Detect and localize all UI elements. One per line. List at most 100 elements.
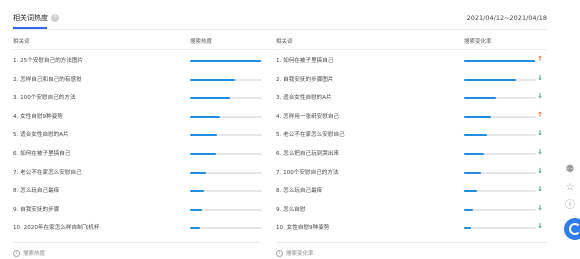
- change-legend: i 搜索变化率: [276, 249, 314, 257]
- keyword-link[interactable]: 10. 女性自慰9种姿势: [276, 223, 329, 231]
- keyword-link[interactable]: 2. 自我安抚的步骤图片: [276, 75, 333, 83]
- list-item[interactable]: 9. 怎么自慰 ↓: [276, 199, 548, 218]
- level-bar-fill: [464, 190, 477, 193]
- level-bar-fill: [464, 60, 535, 62]
- card-header: 相关词热度 ? 2021/04/12~2021/04/18: [0, 0, 555, 30]
- list-item[interactable]: 1. 25个安慰自己的方法图片: [13, 50, 275, 69]
- list-item[interactable]: 2. 怎样自己和自己的有感觉: [13, 69, 275, 88]
- star-icon[interactable]: ☆: [564, 182, 576, 194]
- keyword-link[interactable]: 10. 2020年在家怎么样自制飞机杯: [13, 223, 99, 231]
- info-icon: i: [13, 249, 20, 257]
- list-item[interactable]: 3. 100个安慰自己的方法: [13, 87, 275, 106]
- level-bar: [464, 60, 536, 62]
- arrow-down-icon: ↓: [537, 147, 543, 156]
- level-bar: [464, 97, 536, 100]
- list-item[interactable]: 3. 适合女性自慰的A片 ↓: [276, 87, 548, 106]
- list-item[interactable]: 6. 怎么把自己玩到哭出来 ↓: [276, 143, 548, 162]
- help-icon[interactable]: ⓘ: [564, 200, 576, 212]
- level-bar: [190, 78, 262, 81]
- level-bar: [464, 78, 536, 81]
- list-item[interactable]: 2. 自我安抚的步骤图片 ↓: [276, 69, 548, 88]
- arrow-down-icon: ↓: [537, 73, 543, 82]
- level-bar: [464, 208, 536, 211]
- keyword-link[interactable]: 1. 25个安慰自己的方法图片: [13, 56, 83, 64]
- level-bar-fill: [190, 208, 202, 211]
- search-change-panel: 相关词 搜索变化率 1. 如何在被子里搞自己 ↑ 2. 自我安抚的步骤图片 ↓ 3. 适…: [276, 37, 548, 236]
- keyword-link[interactable]: 7. 100个安慰自己的方法: [276, 168, 339, 176]
- level-bar-fill: [464, 152, 485, 155]
- level-bar-fill: [190, 97, 230, 100]
- list-item[interactable]: 4. 女性自慰9种姿势: [13, 106, 275, 125]
- level-bar-fill: [464, 115, 492, 118]
- keyword-link[interactable]: 4. 怎样用一张纸安慰自己: [276, 112, 339, 120]
- arrow-down-icon: ↓: [537, 129, 543, 138]
- keyword-link[interactable]: 1. 如何在被子里搞自己: [276, 56, 333, 64]
- list-item[interactable]: 1. 如何在被子里搞自己 ↑: [276, 50, 548, 69]
- keyword-link[interactable]: 6. 怎么把自己玩到哭出来: [276, 149, 339, 157]
- arrow-down-icon: ↓: [537, 185, 543, 194]
- level-bar-fill: [190, 190, 205, 193]
- level-bar: [190, 152, 262, 155]
- level-bar-fill: [190, 227, 201, 230]
- heat-legend-label: 搜索热度: [23, 251, 46, 257]
- column-header-change: 搜索变化率: [464, 39, 492, 45]
- footer-divider: [13, 242, 261, 243]
- level-bar: [464, 115, 536, 118]
- arrow-down-icon: ↓: [537, 222, 543, 231]
- column-header: 相关词 搜索热度: [13, 37, 275, 47]
- card-title: 相关词热度: [13, 14, 48, 22]
- keyword-link[interactable]: 4. 女性自慰9种姿势: [13, 112, 63, 120]
- level-bar-fill: [190, 171, 206, 174]
- arrow-up-icon: ↑: [537, 55, 543, 63]
- keyword-link[interactable]: 3. 100个安慰自己的方法: [13, 93, 76, 101]
- column-header-keyword: 相关词: [276, 39, 293, 45]
- keyword-link[interactable]: 8. 怎么玩自己最痒: [276, 186, 322, 194]
- keyword-link[interactable]: 5. 老公不在家怎么安慰自己: [276, 130, 345, 138]
- level-bar: [190, 171, 262, 174]
- column-header-keyword: 相关词: [13, 39, 30, 45]
- keyword-link[interactable]: 3. 适合女性自慰的A片: [276, 93, 332, 101]
- level-bar-fill: [464, 227, 472, 230]
- level-bar: [190, 134, 262, 137]
- level-bar: [464, 227, 536, 230]
- change-list: 1. 如何在被子里搞自己 ↑ 2. 自我安抚的步骤图片 ↓ 3. 适合女性自慰的A片 ↓ 4…: [276, 50, 548, 236]
- level-bar-fill: [190, 134, 218, 137]
- heat-legend: i 搜索热度: [13, 249, 45, 257]
- list-item[interactable]: 5. 老公不在家怎么安慰自己 ↓: [276, 124, 548, 143]
- question-icon[interactable]: ?: [51, 14, 59, 22]
- keyword-link[interactable]: 5. 适合女性自慰的A片: [13, 130, 69, 138]
- keyword-link[interactable]: 8. 怎么玩自己最痒: [13, 186, 59, 194]
- level-bar: [464, 171, 536, 174]
- chat-fab-button[interactable]: [564, 218, 580, 240]
- level-bar-fill: [464, 208, 473, 211]
- list-item[interactable]: 10. 女性自慰9种姿势 ↓: [276, 217, 548, 236]
- level-bar-fill: [190, 152, 216, 155]
- date-range: 2021/04/12~2021/04/18: [466, 14, 547, 22]
- header-divider: [13, 29, 548, 30]
- list-item[interactable]: 4. 怎样用一张纸安慰自己 ↑: [276, 106, 548, 125]
- column-header: 相关词 搜索变化率: [276, 37, 548, 47]
- keyword-link[interactable]: 9. 自我安抚的步骤: [13, 205, 59, 213]
- list-item[interactable]: 5. 适合女性自慰的A片: [13, 124, 275, 143]
- level-bar-fill: [190, 60, 261, 62]
- heat-list: 1. 25个安慰自己的方法图片 2. 怎样自己和自己的有感觉 3. 100个安慰自己…: [13, 50, 275, 236]
- level-bar-fill: [464, 78, 516, 81]
- title-wrap: 相关词热度 ?: [13, 13, 59, 23]
- list-item[interactable]: 10. 2020年在家怎么样自制飞机杯: [13, 217, 275, 236]
- level-bar-fill: [190, 78, 235, 81]
- keyword-link[interactable]: 6. 如何在被子里搞自己: [13, 149, 70, 157]
- list-item[interactable]: 6. 如何在被子里搞自己: [13, 143, 275, 162]
- list-item[interactable]: 7. 老公不在家怎么安慰自己: [13, 162, 275, 181]
- list-item[interactable]: 8. 怎么玩自己最痒: [13, 180, 275, 199]
- keyword-link[interactable]: 2. 怎样自己和自己的有感觉: [13, 75, 82, 83]
- list-item[interactable]: 8. 怎么玩自己最痒 ↓: [276, 180, 548, 199]
- related-words-card: 相关词热度 ? 2021/04/12~2021/04/18 相关词 搜索热度 1…: [0, 0, 555, 259]
- list-item[interactable]: 9. 自我安抚的步骤: [13, 199, 275, 218]
- level-bar-fill: [464, 134, 488, 137]
- keyword-link[interactable]: 9. 怎么自慰: [276, 205, 306, 213]
- level-bar: [190, 227, 262, 230]
- change-legend-label: 搜索变化率: [286, 251, 314, 257]
- keyword-link[interactable]: 7. 老公不在家怎么安慰自己: [13, 168, 82, 176]
- list-item[interactable]: 7. 100个安慰自己的方法 ↓: [276, 162, 548, 181]
- share-icon[interactable]: ⚉: [564, 164, 576, 176]
